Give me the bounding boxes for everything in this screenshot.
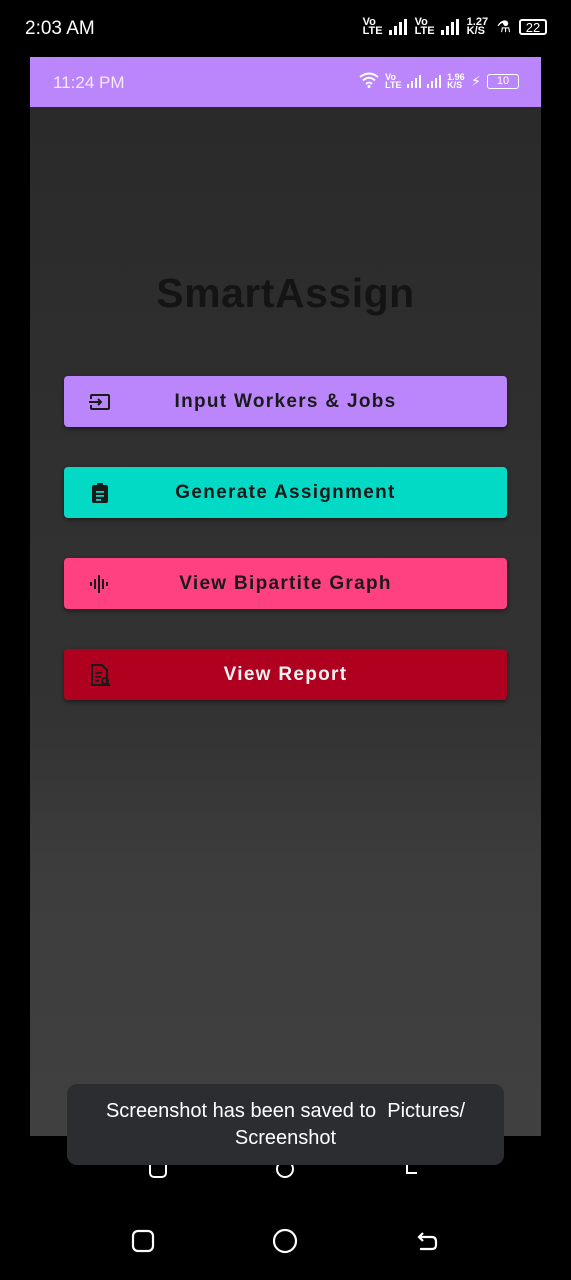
app-screen: 11:24 PM Vo LTE 1.96 K/S ⚡ 10 SmartAssig…: [30, 57, 541, 1136]
main-content: SmartAssign Input Workers & Jobs Generat…: [30, 107, 541, 1136]
device-clock: 2:03 AM: [25, 18, 95, 39]
report-icon: [88, 663, 112, 687]
circle-icon[interactable]: [272, 1228, 298, 1254]
network-speed: 1.96 K/S: [447, 72, 465, 90]
network-speed: 1.27 K/S: [466, 16, 489, 37]
lab-icon: ⚗: [496, 19, 511, 36]
back-icon[interactable]: [414, 1228, 440, 1254]
volte-icon: Vo LTE: [414, 16, 435, 37]
app-clock: 11:24 PM: [53, 73, 125, 92]
button-label: Input Workers & Jobs: [174, 390, 397, 412]
button-label: View Report: [223, 663, 348, 685]
button-label: Generate Assignment: [175, 481, 396, 503]
device-status-bar: 2:03 AM Vo LTE Vo LTE 1.27 K/S ⚗ 22: [0, 0, 571, 57]
charging-icon: ⚡: [471, 72, 481, 89]
app-status-icons: Vo LTE 1.96 K/S ⚡ 10: [359, 72, 519, 90]
graph-icon: [88, 572, 112, 596]
input-icon: [88, 390, 112, 414]
toast-line-1: Screenshot has been saved to Pictures/: [105, 1099, 466, 1122]
signal-icon: [440, 19, 459, 35]
device-status-icons: Vo LTE Vo LTE 1.27 K/S ⚗ 22: [363, 17, 547, 37]
toast-line-2: Screenshot: [234, 1126, 337, 1149]
view-report-button[interactable]: View Report: [64, 649, 507, 700]
generate-assignment-button[interactable]: Generate Assignment: [64, 467, 507, 518]
device-navigation-bar: [0, 1200, 571, 1280]
input-workers-jobs-button[interactable]: Input Workers & Jobs: [64, 376, 507, 427]
battery-icon: 22: [519, 19, 547, 35]
wifi-icon: [359, 72, 379, 90]
screenshot-toast: Screenshot has been saved to Pictures/ S…: [67, 1084, 504, 1165]
app-title: SmartAssign: [156, 270, 415, 316]
volte-icon: Vo LTE: [385, 72, 402, 90]
battery-icon: 10: [487, 73, 519, 89]
app-status-bar: 11:24 PM Vo LTE 1.96 K/S ⚡ 10: [30, 57, 541, 107]
view-bipartite-graph-button[interactable]: View Bipartite Graph: [64, 558, 507, 609]
clipboard-icon: [88, 481, 112, 505]
signal-icon: [388, 19, 407, 35]
volte-icon: Vo LTE: [362, 16, 383, 37]
square-icon[interactable]: [130, 1228, 156, 1254]
button-label: View Bipartite Graph: [179, 572, 392, 594]
signal-icon: [427, 74, 442, 88]
signal-icon: [407, 74, 422, 88]
